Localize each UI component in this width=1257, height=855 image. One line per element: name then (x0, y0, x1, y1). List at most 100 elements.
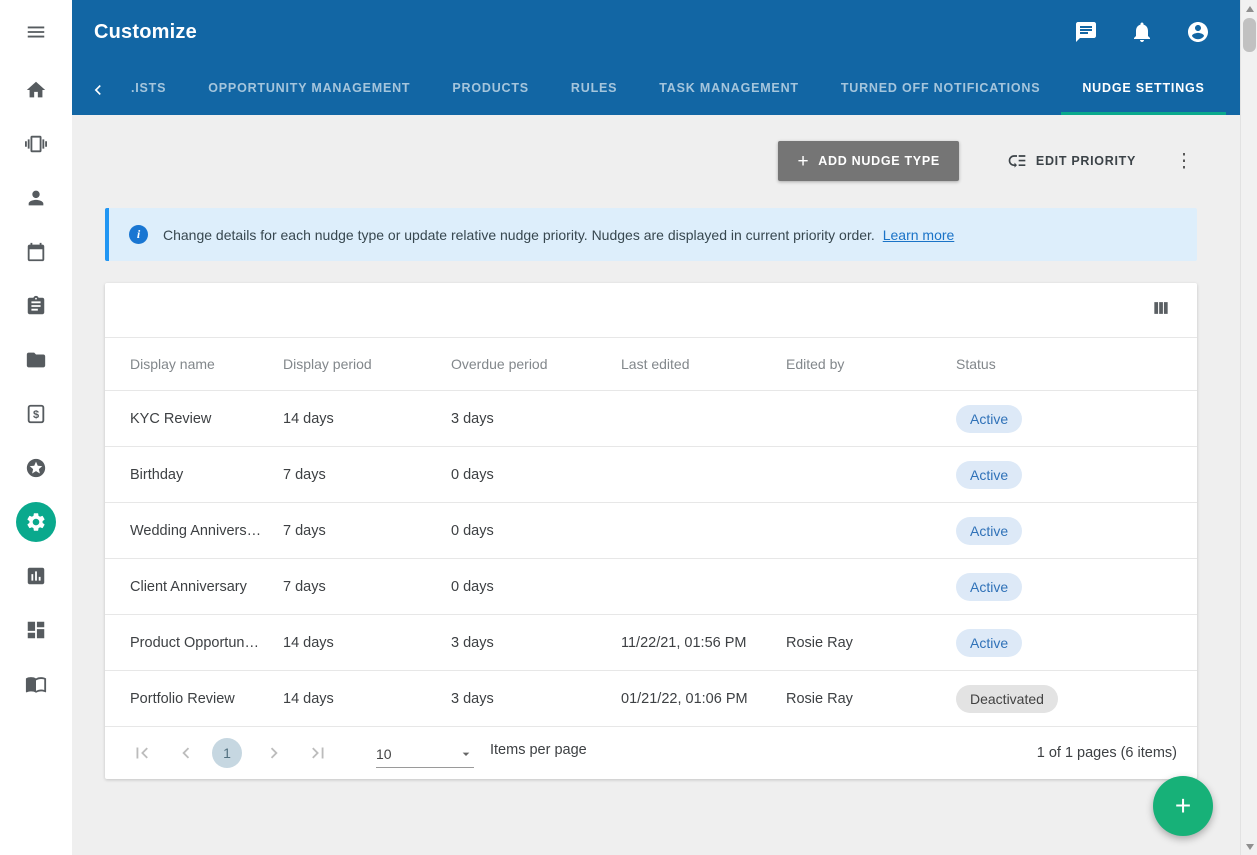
last-page-button[interactable] (306, 741, 330, 765)
first-page-icon (131, 742, 153, 764)
sidebar-item-settings[interactable] (16, 502, 56, 542)
sidebar-item-documents[interactable] (16, 348, 56, 372)
cell-overdue-period: 0 days (451, 467, 621, 483)
add-fab-button[interactable]: + (1153, 776, 1213, 836)
calendar-icon (25, 241, 47, 263)
tab-lists[interactable]: .ISTS (110, 64, 187, 115)
edit-priority-button[interactable]: EDIT PRIORITY (999, 141, 1144, 181)
tab-products[interactable]: PRODUCTS (431, 64, 550, 115)
column-header-last-edited: Last edited (621, 356, 786, 372)
cell-edited-by: Rosie Ray (786, 635, 956, 651)
tab-nudge-settings[interactable]: NUDGE SETTINGS (1061, 64, 1225, 115)
cell-last-edited: 11/22/21, 01:56 PM (621, 635, 786, 651)
cell-display-name: Birthday (130, 467, 283, 483)
notifications-button[interactable] (1130, 20, 1154, 44)
learn-more-link[interactable]: Learn more (883, 227, 955, 243)
main-area: Customize .ISTS OPPORTUNITY MANAGEMENT P… (72, 0, 1240, 855)
status-badge: Active (956, 461, 1022, 489)
column-header-display-period: Display period (283, 356, 451, 372)
info-icon: i (129, 225, 148, 244)
app-window: $ Customize (0, 0, 1257, 855)
pagination-bar: 1 10 Items per page 1 of 1 pages (6 item… (105, 726, 1197, 779)
scroll-down-button[interactable] (1241, 838, 1257, 855)
status-badge: Active (956, 629, 1022, 657)
cell-display-period: 14 days (283, 691, 451, 707)
sidebar-item-stars[interactable] (16, 456, 56, 480)
columns-icon (1151, 298, 1171, 318)
tab-opportunity-management[interactable]: OPPORTUNITY MANAGEMENT (187, 64, 431, 115)
settings-active-indicator (16, 502, 56, 542)
vibration-icon (25, 133, 47, 155)
menu-button[interactable] (16, 20, 56, 44)
sidebar-item-dashboard[interactable] (16, 618, 56, 642)
previous-page-button[interactable] (174, 741, 198, 765)
sidebar-item-analytics[interactable] (16, 564, 56, 588)
banner-text: Change details for each nudge type or up… (163, 227, 954, 243)
page-number-button[interactable]: 1 (212, 738, 242, 768)
column-header-overdue-period: Overdue period (451, 356, 621, 372)
sidebar-item-billing[interactable]: $ (16, 402, 56, 426)
status-badge: Active (956, 405, 1022, 433)
column-chooser-button[interactable] (1151, 298, 1175, 322)
tab-bar: .ISTS OPPORTUNITY MANAGEMENT PRODUCTS RU… (72, 64, 1240, 115)
tabs-back-button[interactable] (88, 64, 108, 115)
column-header-edited-by: Edited by (786, 356, 956, 372)
cell-overdue-period: 0 days (451, 523, 621, 539)
actions-row: + ADD NUDGE TYPE EDIT PRIORITY ⋮ (72, 115, 1240, 181)
left-sidebar: $ (0, 0, 72, 855)
app-header: Customize (72, 0, 1240, 64)
table-row[interactable]: Client Anniversary 7 days 0 days Active (105, 558, 1197, 614)
scroll-up-button[interactable] (1241, 0, 1257, 17)
table-header-row: Display name Display period Overdue peri… (105, 337, 1197, 390)
items-per-page-select[interactable]: 10 (376, 738, 474, 768)
chevron-right-icon (263, 742, 285, 764)
cell-display-period: 14 days (283, 411, 451, 427)
table-row[interactable]: Wedding Annivers… 7 days 0 days Active (105, 502, 1197, 558)
account-button[interactable] (1186, 20, 1210, 44)
sidebar-item-library[interactable] (16, 672, 56, 696)
chat-icon (1074, 20, 1098, 44)
cell-display-name: Portfolio Review (130, 691, 283, 707)
sidebar-item-home[interactable] (16, 78, 56, 102)
tab-rules[interactable]: RULES (550, 64, 638, 115)
items-per-page-label: Items per page (490, 742, 587, 758)
more-options-button[interactable]: ⋮ (1172, 150, 1196, 173)
sidebar-item-contacts[interactable] (16, 186, 56, 210)
edit-priority-icon (1007, 151, 1027, 171)
cell-last-edited: 01/21/22, 01:06 PM (621, 691, 786, 707)
table-row[interactable]: KYC Review 14 days 3 days Active (105, 390, 1197, 446)
column-header-display-name: Display name (130, 356, 283, 372)
content-area: + ADD NUDGE TYPE EDIT PRIORITY ⋮ i Chang… (72, 115, 1240, 855)
page-range-summary: 1 of 1 pages (6 items) (1037, 745, 1177, 761)
table-row[interactable]: Product Opportun… 14 days 3 days 11/22/2… (105, 614, 1197, 670)
chevron-left-icon (88, 80, 108, 100)
grid-toolbar (105, 283, 1197, 337)
table-row[interactable]: Portfolio Review 14 days 3 days 01/21/22… (105, 670, 1197, 726)
cell-edited-by: Rosie Ray (786, 691, 956, 707)
column-header-status: Status (956, 356, 1177, 372)
cell-display-period: 7 days (283, 467, 451, 483)
tab-task-management[interactable]: TASK MANAGEMENT (638, 64, 820, 115)
first-page-button[interactable] (130, 741, 154, 765)
plus-icon: + (1175, 790, 1191, 822)
scrollbar-thumb[interactable] (1243, 18, 1256, 52)
arrow-up-icon (1246, 6, 1254, 12)
tab-turned-off-notifications[interactable]: TURNED OFF NOTIFICATIONS (820, 64, 1062, 115)
info-banner: i Change details for each nudge type or … (105, 208, 1197, 261)
chat-button[interactable] (1074, 20, 1098, 44)
cell-display-period: 7 days (283, 523, 451, 539)
page-title: Customize (94, 21, 197, 44)
cell-overdue-period: 3 days (451, 635, 621, 651)
add-nudge-type-button[interactable]: + ADD NUDGE TYPE (778, 141, 958, 181)
vertical-scrollbar[interactable] (1240, 0, 1257, 855)
cell-display-name: KYC Review (130, 411, 283, 427)
table-row[interactable]: Birthday 7 days 0 days Active (105, 446, 1197, 502)
settings-gear-icon (25, 511, 47, 533)
sidebar-item-tasks[interactable] (16, 294, 56, 318)
chevron-left-icon (175, 742, 197, 764)
sidebar-item-calendar[interactable] (16, 240, 56, 264)
sidebar-item-engagement[interactable] (16, 132, 56, 156)
svg-text:$: $ (33, 409, 39, 421)
stars-icon (25, 457, 47, 479)
next-page-button[interactable] (262, 741, 286, 765)
